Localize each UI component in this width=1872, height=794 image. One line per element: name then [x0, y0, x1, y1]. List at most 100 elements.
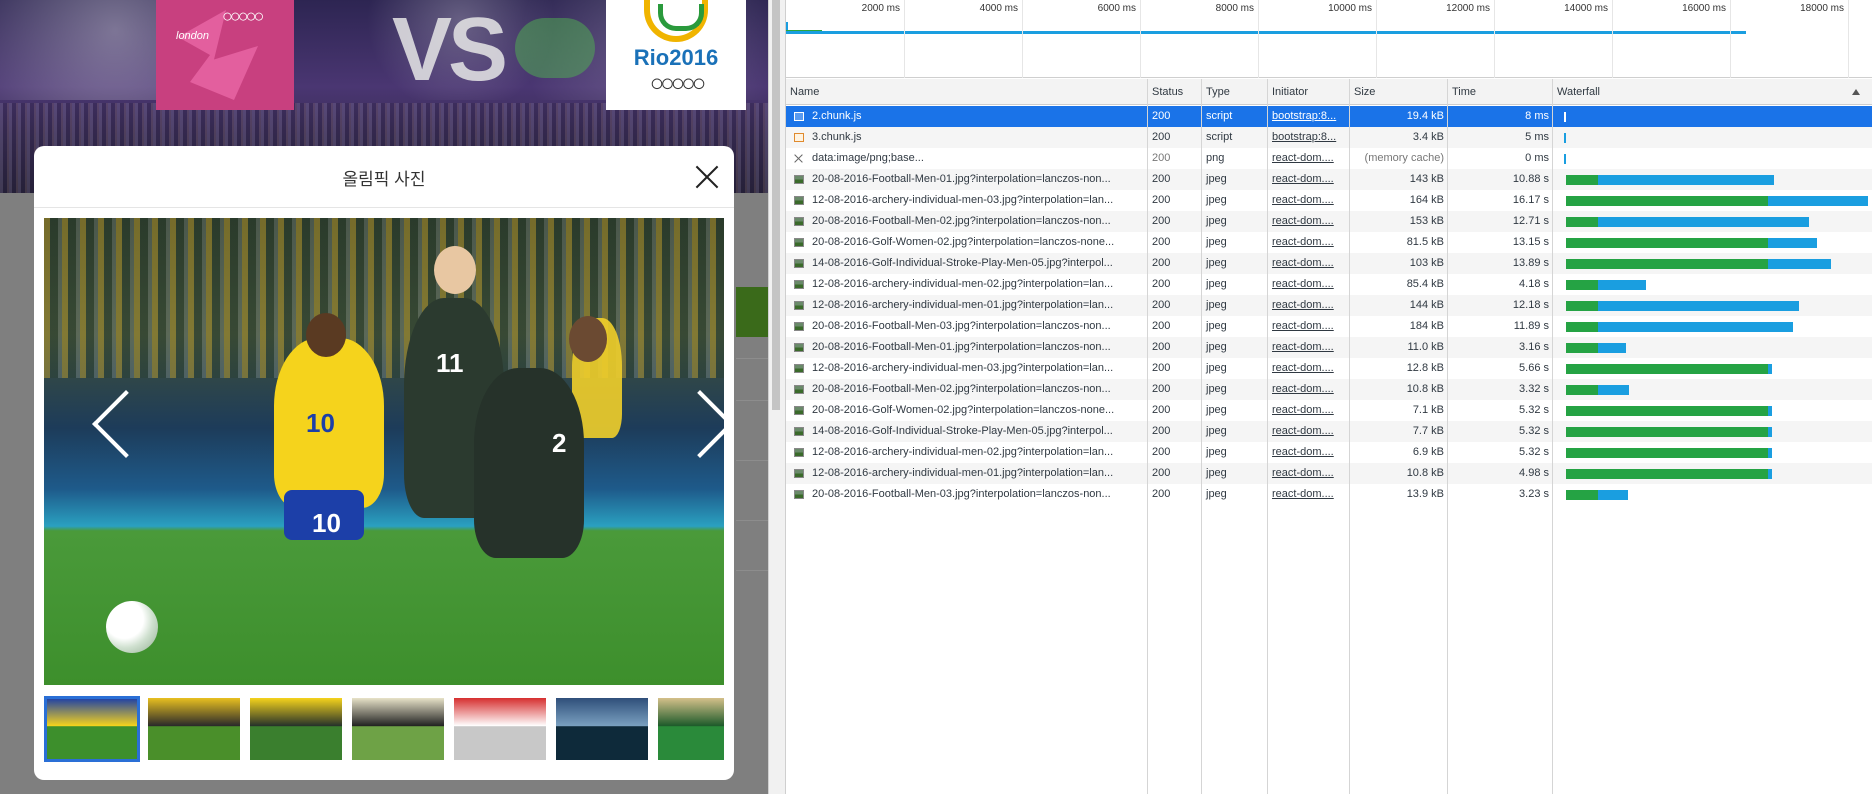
request-row[interactable]: 20-08-2016-Football-Men-03.jpg?interpola…	[786, 316, 1872, 337]
request-name[interactable]: 12-08-2016-archery-individual-men-01.jpg…	[808, 463, 1140, 484]
request-status: 200	[1152, 215, 1171, 227]
request-row[interactable]: 12-08-2016-archery-individual-men-03.jpg…	[786, 358, 1872, 379]
request-row[interactable]: 2.chunk.js 200 script bootstrap:8... 19.4 kB…	[786, 106, 1872, 127]
request-name[interactable]: 20-08-2016-Football-Men-02.jpg?interpola…	[808, 211, 1140, 232]
request-initiator[interactable]: react-dom....	[1268, 232, 1350, 253]
request-size: 10.8 kB	[1406, 467, 1444, 479]
app-scrollbar-thumb[interactable]	[772, 0, 780, 410]
request-initiator[interactable]: react-dom....	[1268, 274, 1350, 295]
request-initiator[interactable]: bootstrap:8...	[1268, 127, 1350, 148]
request-name[interactable]: 20-08-2016-Football-Men-02.jpg?interpola…	[808, 379, 1140, 400]
request-initiator[interactable]: react-dom....	[1268, 169, 1350, 190]
request-name[interactable]: data:image/png;base...	[808, 148, 1140, 169]
request-initiator[interactable]: react-dom....	[1268, 463, 1350, 484]
request-name[interactable]: 20-08-2016-Golf-Women-02.jpg?interpolati…	[808, 400, 1140, 421]
request-initiator[interactable]: react-dom....	[1268, 253, 1350, 274]
photo-stands	[44, 218, 724, 378]
column-divider[interactable]	[1147, 79, 1148, 794]
request-initiator[interactable]: react-dom....	[1268, 295, 1350, 316]
column-divider[interactable]	[1267, 79, 1268, 794]
request-status: 200	[1152, 446, 1171, 458]
request-row[interactable]: 20-08-2016-Football-Men-03.jpg?interpola…	[786, 484, 1872, 505]
request-name[interactable]: 2.chunk.js	[808, 106, 1140, 127]
column-divider[interactable]	[1349, 79, 1350, 794]
request-row[interactable]: 12-08-2016-archery-individual-men-01.jpg…	[786, 295, 1872, 316]
request-initiator[interactable]: react-dom....	[1268, 421, 1350, 442]
request-name[interactable]: 3.chunk.js	[808, 127, 1140, 148]
request-initiator[interactable]: react-dom....	[1268, 484, 1350, 505]
column-header-waterfall[interactable]: Waterfall	[1553, 79, 1872, 105]
request-row[interactable]: 20-08-2016-Football-Men-02.jpg?interpola…	[786, 211, 1872, 232]
thumbnail-golf[interactable]	[454, 698, 546, 760]
column-header-name[interactable]: Name	[786, 79, 1148, 105]
overview-tick-label: 12000 ms	[1446, 3, 1490, 14]
request-initiator[interactable]: react-dom....	[1268, 358, 1350, 379]
request-name[interactable]: 20-08-2016-Football-Men-01.jpg?interpola…	[808, 169, 1140, 190]
next-photo-button[interactable]	[690, 386, 734, 460]
column-header-size[interactable]: Size	[1350, 79, 1448, 105]
request-initiator[interactable]: react-dom....	[1268, 148, 1350, 169]
request-size: (memory cache)	[1364, 152, 1444, 164]
thumbnail-football[interactable]	[148, 698, 240, 760]
close-button[interactable]	[690, 160, 724, 194]
photo-gallery-modal: 올림픽 사진 10 11 2 10	[34, 146, 734, 780]
request-row[interactable]: 12-08-2016-archery-individual-men-01.jpg…	[786, 463, 1872, 484]
request-name[interactable]: 20-08-2016-Football-Men-03.jpg?interpola…	[808, 484, 1140, 505]
network-overview-timeline[interactable]: 2000 ms 4000 ms 6000 ms 8000 ms 10000 ms 1200…	[786, 0, 1872, 78]
request-name[interactable]: 20-08-2016-Football-Men-03.jpg?interpola…	[808, 316, 1140, 337]
request-row[interactable]: 12-08-2016-archery-individual-men-03.jpg…	[786, 190, 1872, 211]
thumbnail-archery[interactable]	[658, 698, 724, 760]
request-name[interactable]: 12-08-2016-archery-individual-men-03.jpg…	[808, 190, 1140, 211]
thumbnail-golf[interactable]	[352, 698, 444, 760]
request-row[interactable]: 14-08-2016-Golf-Individual-Stroke-Play-M…	[786, 253, 1872, 274]
request-name[interactable]: 12-08-2016-archery-individual-men-01.jpg…	[808, 295, 1140, 316]
waterfall-download-bar	[1768, 448, 1772, 458]
request-row[interactable]: 20-08-2016-Golf-Women-02.jpg?interpolati…	[786, 232, 1872, 253]
request-initiator[interactable]: react-dom....	[1268, 190, 1350, 211]
waterfall-download-bar	[1598, 343, 1626, 353]
network-request-table: Name Status Type Initiator Size Time Wat…	[786, 79, 1872, 794]
column-header-initiator[interactable]: Initiator	[1268, 79, 1350, 105]
thumbnail-archery[interactable]	[556, 698, 648, 760]
request-initiator[interactable]: react-dom....	[1268, 337, 1350, 358]
request-row[interactable]: 20-08-2016-Golf-Women-02.jpg?interpolati…	[786, 400, 1872, 421]
column-divider[interactable]	[1447, 79, 1448, 794]
waterfall-download-bar	[1768, 427, 1772, 437]
request-name[interactable]: 20-08-2016-Golf-Women-02.jpg?interpolati…	[808, 232, 1140, 253]
request-row[interactable]: data:image/png;base... 200 png react-dom...…	[786, 148, 1872, 169]
request-initiator[interactable]: react-dom....	[1268, 442, 1350, 463]
request-row[interactable]: 12-08-2016-archery-individual-men-02.jpg…	[786, 442, 1872, 463]
image-file-icon	[794, 196, 804, 205]
request-name[interactable]: 14-08-2016-Golf-Individual-Stroke-Play-M…	[808, 421, 1140, 442]
request-name[interactable]: 20-08-2016-Football-Men-01.jpg?interpola…	[808, 337, 1140, 358]
request-row[interactable]: 12-08-2016-archery-individual-men-02.jpg…	[786, 274, 1872, 295]
request-name[interactable]: 14-08-2016-Golf-Individual-Stroke-Play-M…	[808, 253, 1140, 274]
request-row[interactable]: 20-08-2016-Football-Men-01.jpg?interpola…	[786, 337, 1872, 358]
column-header-status[interactable]: Status	[1148, 79, 1202, 105]
request-initiator[interactable]: react-dom....	[1268, 211, 1350, 232]
request-row[interactable]: 14-08-2016-Golf-Individual-Stroke-Play-M…	[786, 421, 1872, 442]
request-size: 12.8 kB	[1406, 362, 1444, 374]
request-row[interactable]: 20-08-2016-Football-Men-02.jpg?interpola…	[786, 379, 1872, 400]
column-header-time[interactable]: Time	[1448, 79, 1553, 105]
column-header-type[interactable]: Type	[1202, 79, 1268, 105]
column-divider[interactable]	[1201, 79, 1202, 794]
request-row[interactable]: 20-08-2016-Football-Men-01.jpg?interpola…	[786, 169, 1872, 190]
sort-ascending-icon[interactable]	[1852, 89, 1860, 95]
column-divider[interactable]	[1552, 79, 1553, 794]
photo-player-head	[569, 316, 607, 362]
request-initiator[interactable]: react-dom....	[1268, 316, 1350, 337]
thumbnail-football[interactable]	[250, 698, 342, 760]
waterfall-bar	[1564, 154, 1566, 164]
request-name[interactable]: 12-08-2016-archery-individual-men-02.jpg…	[808, 442, 1140, 463]
request-name[interactable]: 12-08-2016-archery-individual-men-03.jpg…	[808, 358, 1140, 379]
thumbnail-football[interactable]	[44, 696, 140, 762]
previous-photo-button[interactable]	[88, 386, 132, 460]
request-size: 10.8 kB	[1406, 383, 1444, 395]
request-name[interactable]: 12-08-2016-archery-individual-men-02.jpg…	[808, 274, 1140, 295]
request-row[interactable]: 3.chunk.js 200 script bootstrap:8... 3.4 kB 5…	[786, 127, 1872, 148]
slideshow-play-button[interactable]	[102, 776, 124, 780]
request-initiator[interactable]: react-dom....	[1268, 379, 1350, 400]
request-initiator[interactable]: react-dom....	[1268, 400, 1350, 421]
request-initiator[interactable]: bootstrap:8...	[1268, 106, 1350, 127]
